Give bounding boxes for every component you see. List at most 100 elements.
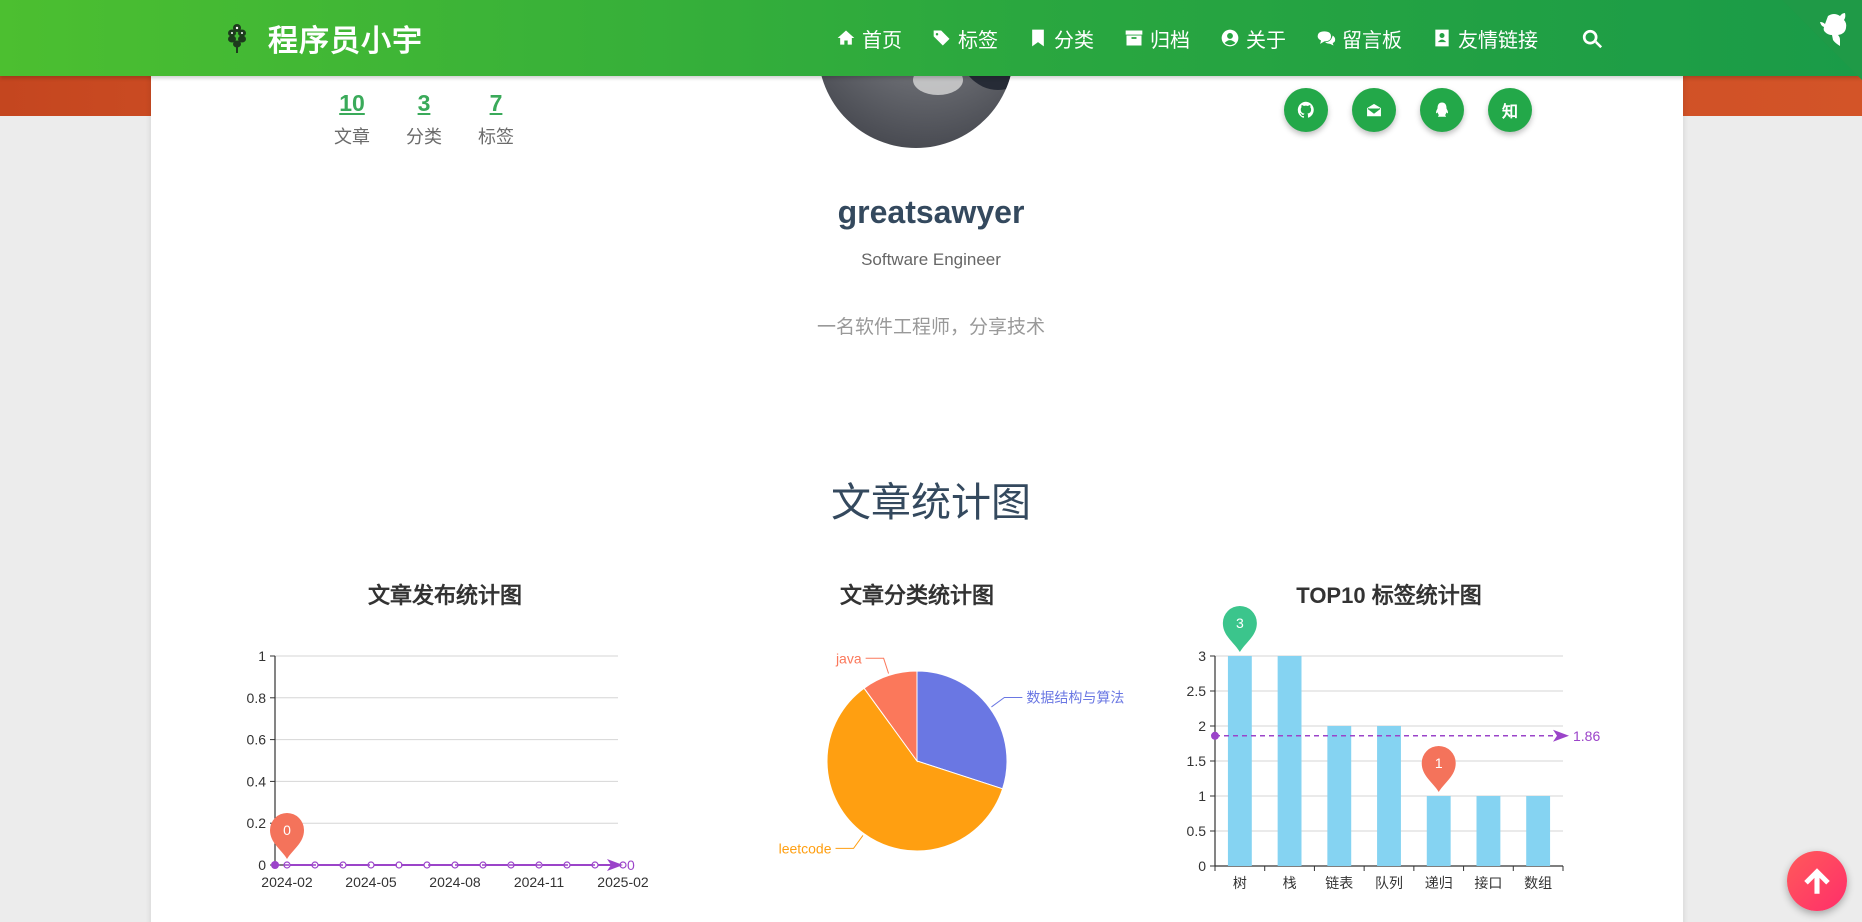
pie-label: 数据结构与算法 <box>1026 690 1124 706</box>
bar <box>1377 726 1401 866</box>
y-tick-label: 0.4 <box>247 773 267 789</box>
github-corner-icon[interactable] <box>1782 0 1862 80</box>
home-icon <box>837 30 855 45</box>
y-tick-label: 0.6 <box>247 732 267 748</box>
stat-tags-label: 标签 <box>478 127 514 147</box>
github-link[interactable] <box>1284 88 1328 132</box>
social-links: 知 <box>1284 88 1532 132</box>
nav-tags[interactable]: 标签 <box>932 24 998 53</box>
qq-link[interactable] <box>1420 88 1464 132</box>
line-chart-publish: 0 0.2 0.4 0.6 0.8 1 2024-02 2024-05 2024-08 2024-… <box>247 648 649 890</box>
min-marker-label: 1 <box>1435 755 1443 771</box>
zhihu-link[interactable]: 知 <box>1488 88 1532 132</box>
average-label: 1.86 <box>1573 728 1600 744</box>
logo-icon <box>228 24 246 53</box>
y-tick-label: 2.5 <box>1187 683 1207 699</box>
nav-categories[interactable]: 分类 <box>1028 24 1094 53</box>
x-tick-label: 树 <box>1233 875 1247 891</box>
tags-icon <box>933 30 950 46</box>
email-link[interactable] <box>1352 88 1396 132</box>
profile-stats: 10 文章 3 分类 7 标签 <box>333 90 515 149</box>
chart-title-publish: 文章发布统计图 <box>367 583 522 608</box>
username: greatsawyer <box>837 194 1025 230</box>
pie-label: leetcode <box>779 840 832 856</box>
x-tick-label: 2024-02 <box>261 874 313 890</box>
bar-chart-tags: 0 0.5 1 1.5 2 2.5 3 树 栈 链表 队列 递归 接口 数组 1.86 3 1 <box>1187 605 1600 891</box>
stat-articles-count[interactable]: 10 <box>333 90 371 117</box>
max-marker-label: 0 <box>283 822 291 838</box>
y-tick-label: 0 <box>258 857 266 873</box>
user-circle-icon <box>1221 29 1239 47</box>
x-tick-label: 栈 <box>1283 875 1297 891</box>
nav-menu: 首页 标签 分类 归档 关于 留言板 友情链接 <box>836 0 1568 76</box>
x-tick-label: 数组 <box>1524 875 1552 891</box>
chart-title-category: 文章分类统计图 <box>839 583 994 608</box>
x-tick-label: 2024-11 <box>514 874 565 890</box>
address-book-icon <box>1435 29 1449 47</box>
section-title: 文章统计图 <box>831 481 1031 525</box>
x-tick-label: 队列 <box>1375 875 1403 891</box>
search-icon <box>1582 29 1603 49</box>
y-tick-label: 1.5 <box>1187 753 1207 769</box>
stat-articles-label: 文章 <box>334 127 370 147</box>
nav-guestbook-label: 留言板 <box>1342 29 1402 52</box>
bar <box>1227 656 1252 866</box>
arrow-up-icon <box>1804 868 1830 894</box>
max-marker-label: 3 <box>1236 615 1244 631</box>
nav-guestbook[interactable]: 留言板 <box>1316 24 1402 53</box>
user-role: Software Engineer <box>861 250 1001 269</box>
nav-tags-label: 标签 <box>958 29 998 52</box>
bar <box>1426 796 1451 866</box>
bar <box>1277 656 1302 866</box>
nav-home-label: 首页 <box>862 29 902 52</box>
bar <box>1526 796 1551 866</box>
average-arrow <box>1553 729 1569 742</box>
nav-about-label: 关于 <box>1246 29 1286 52</box>
stat-categories-label: 分类 <box>406 127 442 147</box>
github-icon <box>1297 101 1314 118</box>
qq-icon <box>1436 102 1448 117</box>
pie-label-line <box>835 835 864 849</box>
y-tick-label: 1 <box>258 648 266 664</box>
x-tick-label: 递归 <box>1425 875 1453 891</box>
bar <box>1327 726 1352 866</box>
y-tick-label: 0.5 <box>1187 823 1207 839</box>
y-tick-label: 0.8 <box>247 690 267 706</box>
nav-home[interactable]: 首页 <box>836 24 902 53</box>
bookmark-icon <box>1032 29 1044 47</box>
pie-label: java <box>835 650 862 666</box>
stat-articles[interactable]: 10 文章 <box>333 90 371 149</box>
y-tick-label: 2 <box>1198 718 1206 734</box>
y-tick-label: 0 <box>1198 858 1206 874</box>
zhihu-icon: 知 <box>1501 104 1518 121</box>
x-tick-label: 链表 <box>1325 875 1353 891</box>
stat-categories[interactable]: 3 分类 <box>405 90 443 149</box>
pie-label-line <box>865 657 890 674</box>
stat-tags-count[interactable]: 7 <box>477 90 515 117</box>
nav-links[interactable]: 友情链接 <box>1432 24 1538 53</box>
bar <box>1476 796 1501 866</box>
pie-chart-category: 数据结构与算法 leetcode java <box>779 650 1125 856</box>
navbar: 程序员小宇 首页 标签 分类 归档 关于 留言板 友情链接 <box>0 0 1862 76</box>
y-tick-label: 3 <box>1198 648 1206 664</box>
y-tick-label: 0.2 <box>247 815 267 831</box>
stat-categories-count[interactable]: 3 <box>405 90 443 117</box>
comments-icon <box>1317 31 1336 46</box>
user-bio: 一名软件工程师，分享技术 <box>816 317 1045 338</box>
nav-categories-label: 分类 <box>1054 29 1094 52</box>
y-tick-label: 1 <box>1198 788 1206 804</box>
nav-about[interactable]: 关于 <box>1220 24 1286 53</box>
nav-archive-label: 归档 <box>1150 29 1190 52</box>
brand[interactable]: 程序员小宇 <box>224 18 423 58</box>
back-to-top-button[interactable] <box>1787 851 1847 911</box>
x-tick-label: 2025-02 <box>597 874 649 890</box>
nav-archive[interactable]: 归档 <box>1124 24 1190 53</box>
email-icon <box>1365 102 1383 118</box>
average-label: 0 <box>627 857 635 873</box>
nav-links-label: 友情链接 <box>1458 29 1538 52</box>
stat-tags[interactable]: 7 标签 <box>477 90 515 149</box>
archive-icon <box>1125 30 1143 46</box>
search-button[interactable] <box>1581 28 1603 50</box>
x-tick-label: 2024-05 <box>345 874 397 890</box>
site-title: 程序员小宇 <box>268 25 423 58</box>
